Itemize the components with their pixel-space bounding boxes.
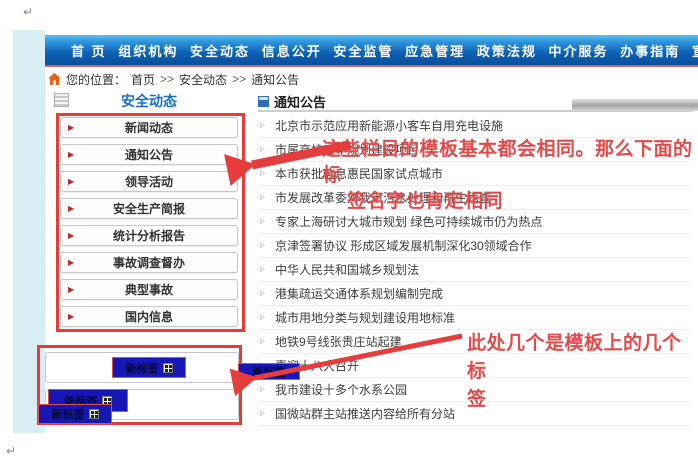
nav-item[interactable]: 组织机构	[118, 41, 178, 60]
breadcrumb: 您的位置： 首页 >> 安全动态 >> 通知公告	[48, 71, 299, 87]
list-arrow-icon: ▹	[260, 378, 265, 402]
breadcrumb-separator: >>	[232, 72, 246, 86]
breadcrumb-link[interactable]: 通知公告	[251, 71, 299, 88]
sidebar-title: 安全动态	[53, 91, 245, 112]
list-arrow-icon: ▹	[260, 330, 265, 354]
notice-list-item-title: 京津签署协议 形成区域发展机制深化30领域合作	[275, 239, 532, 253]
annotation-note-line: 此处几个是模板上的几个标	[467, 330, 695, 386]
list-arrow-icon: ▹	[260, 234, 265, 258]
nav-item-label: 安全动态	[190, 44, 250, 59]
list-arrow-icon: ▹	[260, 402, 265, 426]
notice-list-item-title: 城市用地分类与规划建设用地标准	[275, 311, 455, 325]
notice-list-item-title: 中华人民共和国城乡规划法	[275, 263, 419, 277]
breadcrumb-link-label: 安全动态	[179, 73, 227, 87]
notice-list-item[interactable]: ▹ 北京市示范应用新能源小客车自用充电设施	[258, 114, 690, 138]
notice-list-item-title: 专家上海研讨大城市规划 绿色可持续城市仍为热点	[275, 215, 542, 229]
nav-item[interactable]: 安全动态	[190, 41, 250, 60]
annotation-note-tags: 此处几个是模板上的几个标 签	[467, 330, 695, 414]
menu-grid-icon	[54, 93, 69, 107]
list-arrow-icon: ▹	[260, 114, 265, 138]
list-arrow-icon: ▹	[260, 306, 265, 330]
nav-item-label: 组织机构	[118, 44, 178, 59]
list-arrow-icon: ▹	[260, 186, 265, 210]
notice-doc-icon	[258, 96, 269, 107]
template-tag[interactable]: 新标签	[238, 363, 300, 380]
annotation-note-line: 这些栏目的模板基本都会相同。那么下面的标	[322, 137, 694, 189]
nav-item-label: 安全监管	[333, 44, 393, 59]
paragraph-mark-icon: ↵	[6, 444, 16, 458]
notice-list-item-title: 北京市示范应用新能源小客车自用充电设施	[275, 119, 503, 133]
annotation-box-sidebar	[56, 113, 245, 332]
sidebar-header: 安全动态	[53, 91, 245, 112]
paragraph-mark-icon: ↵	[23, 5, 33, 19]
nav-item[interactable]: 应急管理	[405, 41, 465, 60]
document-canvas: ↵ 首 页组织机构安全动态信息公开安全监管应急管理政策法规中介服务办事指南宣传教…	[0, 0, 698, 465]
template-tag-label: 新标签	[253, 364, 286, 380]
tag-marker-icon	[163, 363, 173, 373]
template-tag-label: 新标签	[52, 406, 85, 422]
nav-item[interactable]: 信息公开	[262, 41, 322, 60]
nav-item-label: 首 页	[71, 44, 107, 59]
template-tag-label: 新标签	[126, 360, 159, 376]
notice-list-item[interactable]: ▹ 港集疏运交通体系规划编制完成	[258, 282, 690, 306]
nav-item[interactable]: 办事指南	[620, 41, 680, 60]
template-tag[interactable]: 新标签	[112, 357, 186, 378]
nav-item-label: 宣传教育	[692, 44, 698, 59]
notice-list-item-title: 地铁9号线张贵庄站起建	[275, 335, 402, 349]
breadcrumb-link[interactable]: 安全动态	[179, 71, 227, 88]
nav-item[interactable]: 宣传教育	[692, 41, 698, 60]
breadcrumb-link[interactable]: 首页	[131, 71, 155, 88]
nav-item[interactable]: 中介服务	[549, 41, 609, 60]
nav-item-list: 首 页组织机构安全动态信息公开安全监管应急管理政策法规中介服务办事指南 宣传教育	[45, 35, 698, 65]
annotation-note-line: 签名字也肯定相同	[347, 189, 694, 215]
list-arrow-icon: ▹	[260, 282, 265, 306]
breadcrumb-crumbs: 首页 >> 安全动态 >> 通知公告	[131, 71, 299, 88]
header-gray-bar	[572, 99, 698, 111]
breadcrumb-label: 您的位置：	[66, 71, 126, 88]
list-arrow-icon: ▹	[260, 162, 265, 186]
tag-marker-icon	[89, 409, 99, 419]
notice-list-item-title: 国微站群主站推送内容给所有分站	[275, 407, 455, 421]
notice-list-item-title: 港集疏运交通体系规划编制完成	[275, 287, 443, 301]
breadcrumb-link-label: 首页	[131, 73, 155, 87]
nav-item-label: 应急管理	[405, 44, 465, 59]
nav-underline	[45, 65, 698, 67]
notice-list-item[interactable]: ▹ 城市用地分类与规划建设用地标准	[258, 306, 690, 330]
list-arrow-icon: ▹	[260, 138, 265, 162]
breadcrumb-separator: >>	[160, 72, 174, 86]
list-arrow-icon: ▹	[260, 258, 265, 282]
breadcrumb-link-label: 通知公告	[251, 73, 299, 87]
main-section-title: 通知公告	[274, 92, 326, 111]
nav-item[interactable]: 安全监管	[333, 41, 393, 60]
annotation-note-line: 签	[467, 386, 695, 414]
nav-item-label: 办事指南	[620, 44, 680, 59]
main-nav: 首 页组织机构安全动态信息公开安全监管应急管理政策法规中介服务办事指南 宣传教育	[45, 35, 698, 65]
nav-item-label: 政策法规	[477, 44, 537, 59]
notice-list-item[interactable]: ▹ 京津签署协议 形成区域发展机制深化30领域合作	[258, 234, 690, 258]
template-tag[interactable]: 新标签	[38, 404, 112, 424]
nav-item-label: 信息公开	[262, 44, 322, 59]
list-arrow-icon: ▹	[260, 210, 265, 234]
nav-item[interactable]: 首 页	[71, 41, 107, 60]
home-icon	[48, 73, 61, 85]
nav-item-label: 中介服务	[549, 44, 609, 59]
annotation-note-templates: 这些栏目的模板基本都会相同。那么下面的标 签名字也肯定相同	[322, 137, 694, 215]
notice-list-item-title: 我市建设十多个水系公园	[275, 383, 407, 397]
notice-list-item[interactable]: ▹ 中华人民共和国城乡规划法	[258, 258, 690, 282]
nav-item[interactable]: 政策法规	[477, 41, 537, 60]
